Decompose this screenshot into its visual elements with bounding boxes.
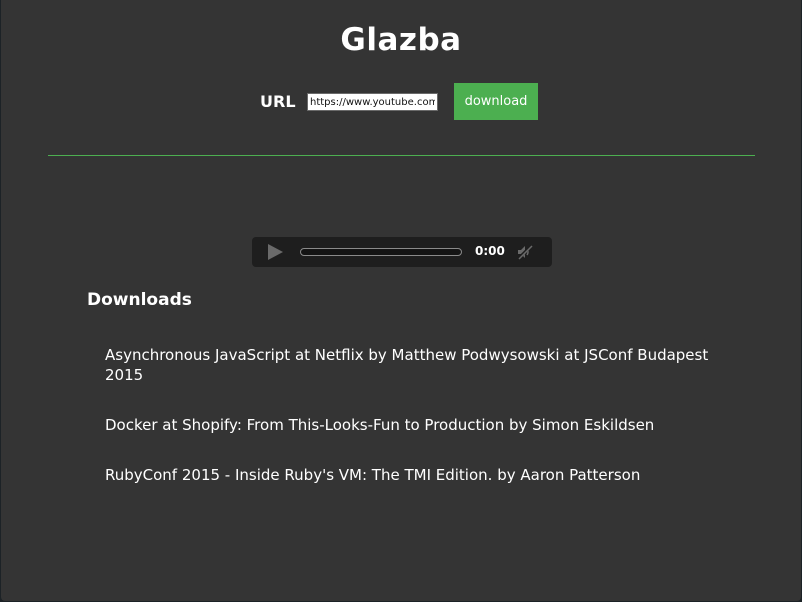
progress-track[interactable]: [300, 248, 462, 256]
download-item[interactable]: RubyConf 2015 - Inside Ruby's VM: The TM…: [105, 465, 745, 485]
audio-player: 0:00: [252, 237, 552, 267]
download-item[interactable]: Docker at Shopify: From This-Looks-Fun t…: [105, 415, 745, 435]
url-input[interactable]: [307, 93, 438, 111]
time-display: 0:00: [475, 244, 505, 258]
app-window: Glazba URL download 0:00 Downloads Async…: [1, 0, 801, 601]
downloads-heading: Downloads: [87, 290, 192, 310]
play-icon[interactable]: [268, 244, 283, 260]
page-title: Glazba: [340, 22, 462, 58]
mute-icon[interactable]: [516, 243, 534, 261]
download-item[interactable]: Asynchronous JavaScript at Netflix by Ma…: [105, 345, 745, 385]
download-button[interactable]: download: [454, 83, 538, 120]
url-label: URL: [260, 92, 296, 111]
downloads-list: Asynchronous JavaScript at Netflix by Ma…: [105, 345, 745, 515]
divider: [48, 155, 755, 156]
